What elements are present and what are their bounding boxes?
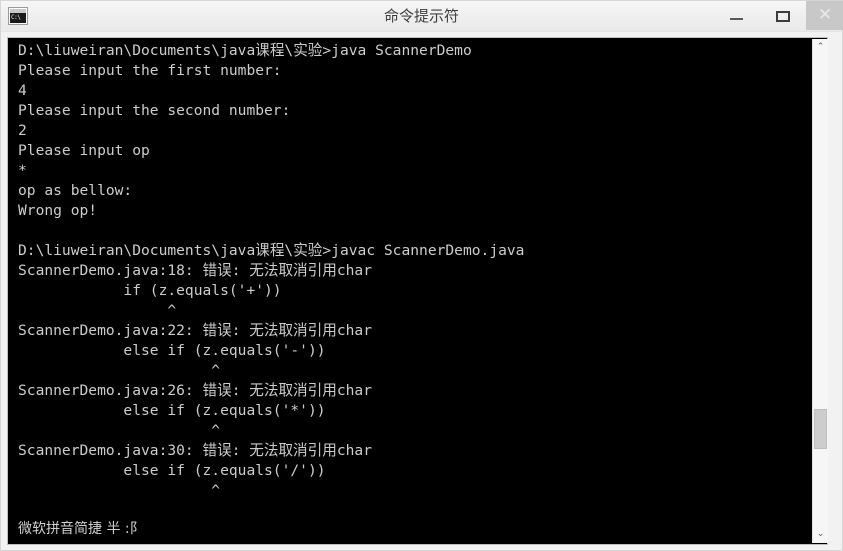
close-icon: ✕: [817, 5, 833, 25]
console-output-area[interactable]: D:\liuweiran\Documents\java课程\实验>java Sc…: [9, 39, 810, 543]
title-bar[interactable]: C:\ 命令提示符 ✕: [1, 1, 843, 32]
minimize-icon: [730, 18, 743, 20]
close-button[interactable]: ✕: [806, 1, 843, 30]
console-scrollbar[interactable]: ⌃ ⌄: [812, 39, 828, 543]
scroll-up-arrow-icon[interactable]: ⌃: [813, 39, 828, 56]
command-prompt-window: C:\ 命令提示符 ✕ D:\liuweiran\Documents\java课…: [0, 0, 843, 551]
window-client-area: D:\liuweiran\Documents\java课程\实验>java Sc…: [2, 32, 841, 550]
maximize-button[interactable]: [760, 1, 806, 30]
maximize-icon: [776, 11, 790, 22]
scrollbar-thumb[interactable]: [814, 409, 827, 449]
console-text: D:\liuweiran\Documents\java课程\实验>java Sc…: [18, 42, 525, 499]
minimize-button[interactable]: [714, 1, 760, 30]
ime-status-bar: 微软拼音简捷 半 :阝: [10, 516, 810, 542]
scroll-down-arrow-icon[interactable]: ⌄: [813, 526, 828, 543]
console-frame: D:\liuweiran\Documents\java课程\实验>java Sc…: [7, 37, 828, 545]
